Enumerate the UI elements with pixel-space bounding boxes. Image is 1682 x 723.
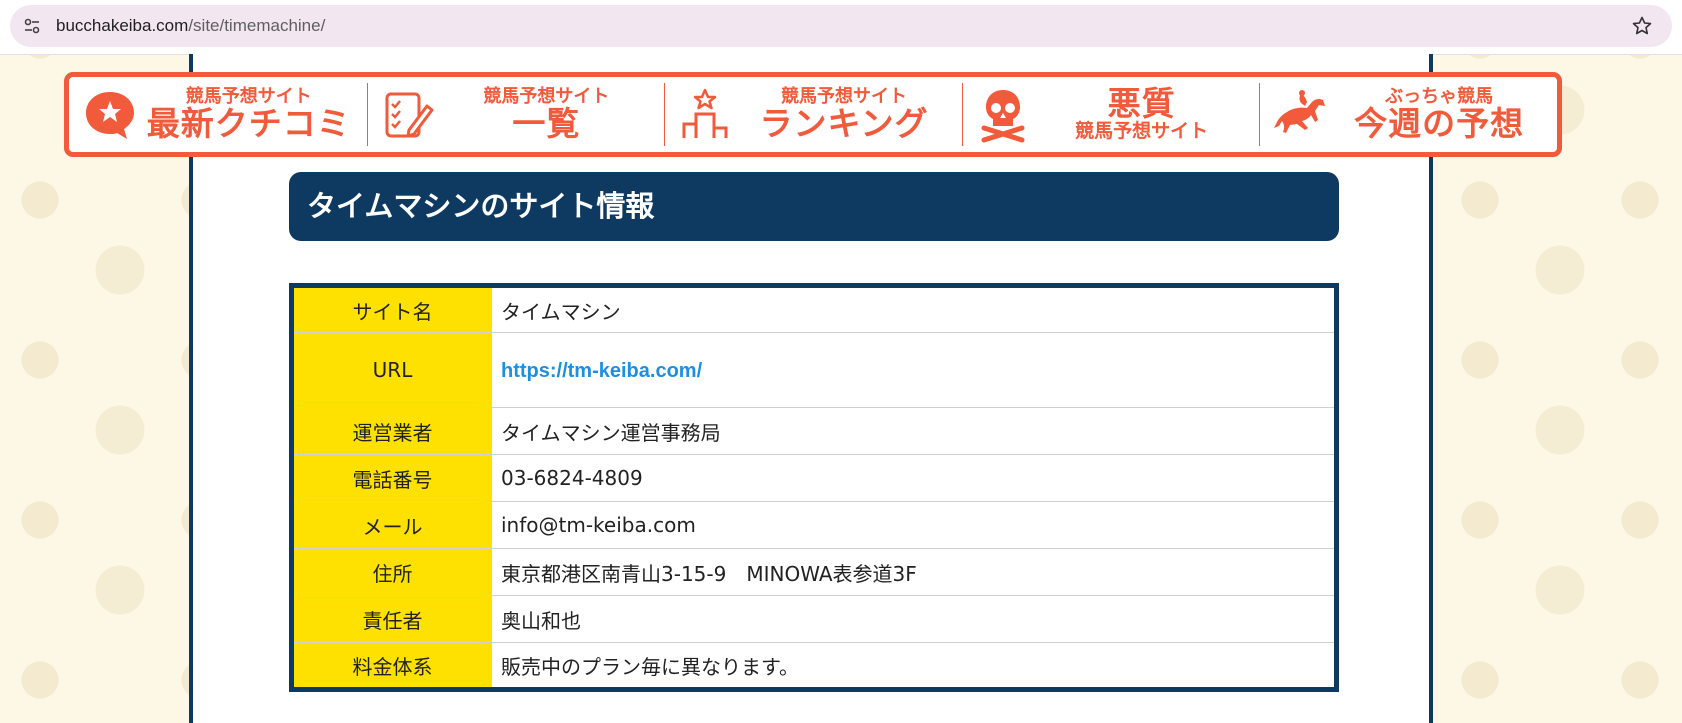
row-label: 料金体系	[291, 642, 492, 690]
row-value-url: https://tm-keiba.com/	[491, 332, 1337, 408]
row-value: 03-6824-4809	[491, 454, 1337, 502]
row-label: 電話番号	[291, 454, 492, 502]
table-row: 運営業者 タイムマシン運営事務局	[291, 407, 1337, 455]
row-value: info@tm-keiba.com	[491, 501, 1337, 549]
site-settings-icon[interactable]	[22, 16, 42, 36]
row-label: サイト名	[291, 285, 492, 333]
row-label: メール	[291, 501, 492, 549]
nav-ranking[interactable]: 競馬予想サイト ランキング	[664, 77, 962, 152]
row-label: 住所	[291, 548, 492, 596]
table-row: 電話番号 03-6824-4809	[291, 454, 1337, 502]
nav-latest-reviews[interactable]: 競馬予想サイト 最新クチコミ	[69, 77, 367, 152]
racehorse-icon	[1274, 89, 1326, 133]
skull-crossbones-icon	[981, 89, 1025, 142]
row-value: タイムマシン	[491, 285, 1337, 333]
row-value: 販売中のプラン毎に異なります。	[501, 654, 799, 679]
browser-toolbar: bucchakeiba.com/site/timemachine/	[0, 0, 1682, 55]
nav-site-list[interactable]: 競馬予想サイト 一覧	[366, 77, 665, 152]
row-value: 奥山和也	[491, 595, 1337, 643]
url-domain: bucchakeiba.com	[56, 16, 189, 35]
row-value: タイムマシン運営事務局	[491, 407, 1337, 455]
table-row: 責任者 奥山和也	[291, 595, 1337, 643]
site-info-table: サイト名 タイムマシン URL https://tm-keiba.com/ 運営…	[289, 283, 1339, 692]
row-label: 運営業者	[291, 407, 492, 455]
speech-star-icon	[86, 91, 134, 139]
nav-big-label: 今週の予想	[1354, 103, 1525, 143]
page-title: タイムマシンのサイト情報	[289, 172, 1339, 241]
table-row: 住所 東京都港区南青山3-15-9 MINOWA表参道3F	[291, 548, 1337, 596]
nav-big-label: 悪質	[1107, 84, 1176, 124]
checklist-pencil-icon	[385, 92, 434, 137]
nav-malicious-sites[interactable]: 悪質 競馬予想サイト	[961, 77, 1260, 152]
site-url-link[interactable]: https://tm-keiba.com/	[501, 360, 702, 382]
row-label: 責任者	[291, 595, 492, 643]
row-label: URL	[291, 332, 492, 408]
row-value: 東京都港区南青山3-15-9 MINOWA表参道3F	[491, 548, 1337, 596]
nav-weekly-prediction[interactable]: ぶっちゃ競馬 今週の予想	[1259, 77, 1557, 152]
nav-big-label: 最新クチコミ	[146, 103, 351, 143]
nav-big-label: ランキング	[759, 103, 929, 143]
address-bar[interactable]: bucchakeiba.com/site/timemachine/	[10, 5, 1672, 47]
url-text[interactable]: bucchakeiba.com/site/timemachine/	[56, 16, 325, 36]
nav-big-label: 一覧	[512, 103, 581, 143]
table-row: 料金体系 販売中のプラン毎に異なります。	[291, 642, 1337, 690]
table-row: URL https://tm-keiba.com/	[291, 332, 1337, 408]
nav-banner: 競馬予想サイト 最新クチコミ 競馬予想サイト 一覧 競馬予想サイト ランキング 悪質競…	[64, 72, 1562, 157]
ranking-podium-icon	[682, 88, 728, 138]
url-path: /site/timemachine/	[188, 16, 326, 35]
bookmark-star-icon[interactable]	[1630, 14, 1654, 38]
nav-small-label: 競馬予想サイト	[1075, 119, 1209, 142]
table-row: メール info@tm-keiba.com	[291, 501, 1337, 549]
table-row: サイト名 タイムマシン	[291, 285, 1337, 333]
